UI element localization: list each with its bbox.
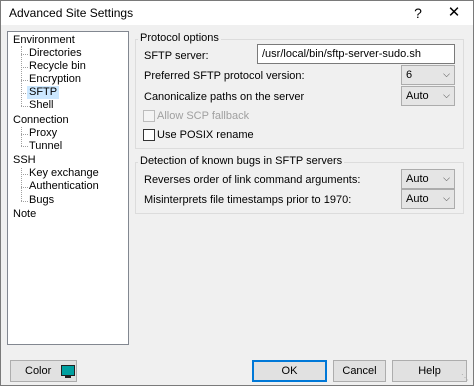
tree-connector xyxy=(21,106,28,107)
canonicalize-value: Auto xyxy=(406,90,429,102)
tree-connector xyxy=(21,127,22,146)
tree-connector xyxy=(21,168,22,201)
cancel-button[interactable]: Cancel xyxy=(333,360,386,382)
tree-item-note[interactable]: Note xyxy=(13,208,36,221)
tree-connector xyxy=(21,134,28,135)
allow-scp-fallback-checkbox[interactable] xyxy=(143,110,155,122)
symlink-bug-label: Reverses order of link command arguments… xyxy=(144,174,361,186)
bugs-detection-legend: Detection of known bugs in SFTP servers xyxy=(138,155,345,167)
chevron-down-icon: ⌵ xyxy=(443,90,450,100)
color-button[interactable]: Color xyxy=(10,360,77,382)
sftp-version-label: Preferred SFTP protocol version: xyxy=(144,70,305,82)
timestamps-bug-label: Misinterprets file timestamps prior to 1… xyxy=(144,194,352,206)
tree-connector xyxy=(21,174,28,175)
monitor-icon xyxy=(61,365,75,378)
canonicalize-select[interactable]: Auto ⌵ xyxy=(401,86,455,106)
canonicalize-label: Canonicalize paths on the server xyxy=(144,91,305,103)
help-titlebar-button[interactable]: ? xyxy=(401,1,435,25)
symlink-bug-select[interactable]: Auto ⌵ xyxy=(401,169,455,189)
timestamps-bug-select[interactable]: Auto ⌵ xyxy=(401,189,455,209)
sftp-server-input[interactable] xyxy=(257,44,455,64)
tree-item-bugs[interactable]: Bugs xyxy=(29,194,54,207)
tree-connector xyxy=(21,67,28,68)
tree-item-recycle-bin[interactable]: Recycle bin xyxy=(29,60,86,73)
title-bar: Advanced Site Settings ? ✕ xyxy=(1,1,473,25)
sftp-version-value: 6 xyxy=(406,69,413,81)
tree-item-authentication[interactable]: Authentication xyxy=(29,180,99,193)
tree-connector xyxy=(21,187,28,188)
advanced-site-settings-dialog: Advanced Site Settings ? ✕ Environment D… xyxy=(0,0,474,386)
tree-connector xyxy=(21,54,28,55)
use-posix-rename-checkbox[interactable] xyxy=(143,129,155,141)
tree-item-tunnel[interactable]: Tunnel xyxy=(29,140,62,153)
chevron-down-icon: ⌵ xyxy=(443,173,450,183)
chevron-down-icon: ⌵ xyxy=(443,69,450,79)
tree-connector xyxy=(21,201,28,202)
timestamps-bug-value: Auto xyxy=(406,193,429,205)
resize-grip-icon[interactable]: ⋱ xyxy=(461,373,471,383)
tree-item-ssh[interactable]: SSH xyxy=(13,154,36,167)
allow-scp-fallback-label: Allow SCP fallback xyxy=(157,110,250,122)
use-posix-rename-label: Use POSIX rename xyxy=(157,129,254,141)
tree-item-proxy[interactable]: Proxy xyxy=(29,127,57,140)
tree-item-connection[interactable]: Connection xyxy=(13,114,69,127)
tree-connector xyxy=(21,146,28,147)
tree-item-sftp[interactable]: SFTP xyxy=(27,86,60,99)
close-button[interactable]: ✕ xyxy=(437,1,471,25)
settings-tree[interactable]: Environment Directories Recycle bin Encr… xyxy=(7,31,129,345)
color-button-label: Color xyxy=(25,365,52,377)
chevron-down-icon: ⌵ xyxy=(443,193,450,203)
sftp-version-select[interactable]: 6 ⌵ xyxy=(401,65,455,85)
tree-item-encryption[interactable]: Encryption xyxy=(29,73,81,86)
ok-button[interactable]: OK xyxy=(252,360,327,382)
window-title: Advanced Site Settings xyxy=(9,6,134,20)
tree-connector xyxy=(21,80,28,81)
tree-item-key-exchange[interactable]: Key exchange xyxy=(29,167,99,180)
tree-item-shell[interactable]: Shell xyxy=(29,99,53,112)
symlink-bug-value: Auto xyxy=(406,173,429,185)
tree-connector xyxy=(21,46,22,106)
protocol-options-legend: Protocol options xyxy=(138,32,221,44)
tree-item-environment[interactable]: Environment xyxy=(13,34,75,47)
help-button[interactable]: Help xyxy=(392,360,467,382)
sftp-server-label: SFTP server: xyxy=(144,50,209,62)
tree-item-directories[interactable]: Directories xyxy=(29,47,82,60)
